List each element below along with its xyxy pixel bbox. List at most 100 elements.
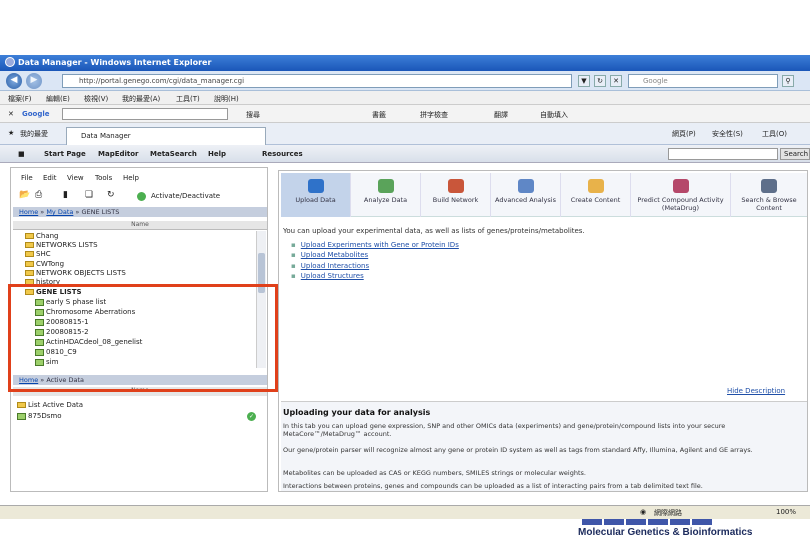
folder-icon <box>25 270 34 276</box>
column-header-name[interactable]: Name <box>13 221 267 230</box>
tool-tabs: Upload Data Analyze Data Build Network A… <box>281 173 807 217</box>
create-content-icon <box>587 179 604 193</box>
upload-arrow-icon <box>307 179 324 193</box>
folder-icon <box>17 402 26 408</box>
menu-file[interactable]: 檔案(F) <box>8 94 32 104</box>
tab-create-content[interactable]: Create Content <box>561 173 631 217</box>
google-logo: Google <box>22 110 50 118</box>
google-toolbar: ✕ Google 搜尋 書籤 拼字檢查 翻譯 自動填入 <box>0 105 810 123</box>
tab-search-browse[interactable]: Search & Browse Content <box>731 173 807 217</box>
description-p2: Our gene/protein parser will recognize a… <box>283 446 753 454</box>
upload-interactions-link[interactable]: Upload Interactions <box>291 262 369 270</box>
breadcrumb: Home » My Data » GENE LISTS <box>13 207 267 217</box>
tab-data-manager[interactable]: Data Manager <box>66 127 266 145</box>
copy-icon[interactable]: ❏ <box>85 190 93 200</box>
url-field[interactable]: http://portal.genego.com/cgi/data_manage… <box>62 74 572 88</box>
menu-view[interactable]: 檢視(V) <box>84 94 108 104</box>
menu-help[interactable]: 說明(H) <box>214 94 239 104</box>
app-search-button[interactable]: Search <box>780 148 810 160</box>
nav-help[interactable]: Help <box>208 150 226 158</box>
description-box: Uploading your data for analysis In this… <box>281 401 807 491</box>
folder-icon <box>25 251 34 257</box>
dropdown-icon[interactable]: ▼ <box>578 75 590 87</box>
tab-analyze-data[interactable]: Analyze Data <box>351 173 421 217</box>
favorites-label[interactable]: 我的最愛 <box>20 129 48 139</box>
refresh-icon[interactable]: ↻ <box>594 75 606 87</box>
menu-edit[interactable]: 編輯(E) <box>46 94 70 104</box>
safety-menu[interactable]: 安全性(S) <box>712 129 743 139</box>
tools-menu[interactable]: 工具(O) <box>762 129 787 139</box>
close-icon[interactable]: ✕ <box>8 110 14 118</box>
tab-upload-data[interactable]: Upload Data <box>281 173 351 217</box>
left-menu-edit[interactable]: Edit <box>43 174 57 182</box>
address-bar: ◀ ▶ http://portal.genego.com/cgi/data_ma… <box>0 71 810 91</box>
left-menu-view[interactable]: View <box>67 174 84 182</box>
menu-favorites[interactable]: 我的最愛(A) <box>122 94 160 104</box>
activate-button[interactable]: Activate/Deactivate <box>151 192 220 200</box>
upload-structures-link[interactable]: Upload Structures <box>291 272 364 280</box>
nav-resources[interactable]: Resources <box>262 150 303 158</box>
main-panel: Upload Data Analyze Data Build Network A… <box>278 170 808 492</box>
menu-tools[interactable]: 工具(T) <box>176 94 200 104</box>
upload-metabolites-link[interactable]: Upload Metabolites <box>291 251 368 259</box>
description-title: Uploading your data for analysis <box>283 408 431 417</box>
crumb-home[interactable]: Home <box>19 208 38 216</box>
google-search-button[interactable]: 搜尋 <box>246 110 260 120</box>
favorites-bar: ★ 我的最愛 Data Manager 網頁(P) 安全性(S) 工具(O) <box>0 123 810 145</box>
forward-icon[interactable]: ▶ <box>26 73 42 89</box>
hide-description-link[interactable]: Hide Description <box>727 387 785 395</box>
bookmark-button[interactable]: 書籤 <box>372 110 386 120</box>
app-nav: ■ Start Page MapEditor MetaSearch Help R… <box>0 145 810 163</box>
compound-icon <box>672 179 689 193</box>
nav-mapeditor[interactable]: MapEditor <box>98 150 139 158</box>
analyze-icon <box>377 179 394 193</box>
search-icon[interactable]: ⚲ <box>782 75 794 87</box>
autofill-button[interactable]: 自動填入 <box>540 110 568 120</box>
left-menu-help[interactable]: Help <box>123 174 139 182</box>
footer-text: Molecular Genetics & Bioinformatics <box>578 527 753 538</box>
back-icon[interactable]: ◀ <box>6 73 22 89</box>
favorites-star-icon[interactable]: ★ <box>8 129 14 137</box>
upload-experiments-link[interactable]: Upload Experiments with Gene or Protein … <box>291 241 459 249</box>
folder-icon <box>25 242 34 248</box>
window-title: Data Manager - Windows Internet Explorer <box>18 58 212 67</box>
nav-metasearch[interactable]: MetaSearch <box>150 150 197 158</box>
list-item[interactable]: NETWORK OBJECTS LISTS <box>25 269 126 277</box>
upload-intro: You can upload your experimental data, a… <box>283 227 585 235</box>
magnifier-icon <box>761 179 777 193</box>
app-search-input[interactable] <box>668 148 778 160</box>
tab-predict-compound[interactable]: Predict Compound Activity (MetaDrug) <box>631 173 731 217</box>
list-item[interactable]: SHC <box>25 250 51 258</box>
network-icon <box>447 179 464 193</box>
crumb-mydata[interactable]: My Data <box>46 208 73 216</box>
tab-advanced-analysis[interactable]: Advanced Analysis <box>491 173 561 217</box>
nav-start-page[interactable]: Start Page <box>44 150 86 158</box>
page-menu[interactable]: 網頁(P) <box>672 129 696 139</box>
crumb-current: GENE LISTS <box>81 208 120 216</box>
left-menu-tools[interactable]: Tools <box>95 174 112 182</box>
print-icon[interactable]: ⎙ <box>35 190 42 200</box>
new-folder-icon[interactable]: 📂 <box>19 190 30 200</box>
translate-button[interactable]: 翻譯 <box>494 110 508 120</box>
stop-icon[interactable]: ✕ <box>610 75 622 87</box>
ie-logo-icon <box>5 57 15 67</box>
nav-icon: ■ <box>18 150 25 158</box>
tab-label: Data Manager <box>81 132 131 140</box>
refresh-data-icon[interactable]: ↻ <box>107 190 115 200</box>
highlight-box <box>8 284 278 392</box>
upload-icon[interactable]: ▮ <box>63 190 68 200</box>
search-input[interactable]: Google <box>628 74 778 88</box>
check-icon: ✓ <box>247 412 256 421</box>
list-item[interactable]: Chang <box>25 232 59 240</box>
description-p3: Metabolites can be uploaded as CAS or KE… <box>283 469 586 477</box>
active-data-item[interactable]: 875Dsmo <box>17 412 62 420</box>
list-item[interactable]: NETWORKS LISTS <box>25 241 98 249</box>
gene-list-icon <box>17 412 26 420</box>
list-item[interactable]: CWTong <box>25 260 64 268</box>
left-menu-file[interactable]: File <box>21 174 33 182</box>
google-search-field[interactable] <box>62 108 228 120</box>
tab-build-network[interactable]: Build Network <box>421 173 491 217</box>
advanced-analysis-icon <box>517 179 534 193</box>
description-p4: Interactions between proteins, genes and… <box>283 482 703 490</box>
spellcheck-button[interactable]: 拼字檢查 <box>420 110 448 120</box>
